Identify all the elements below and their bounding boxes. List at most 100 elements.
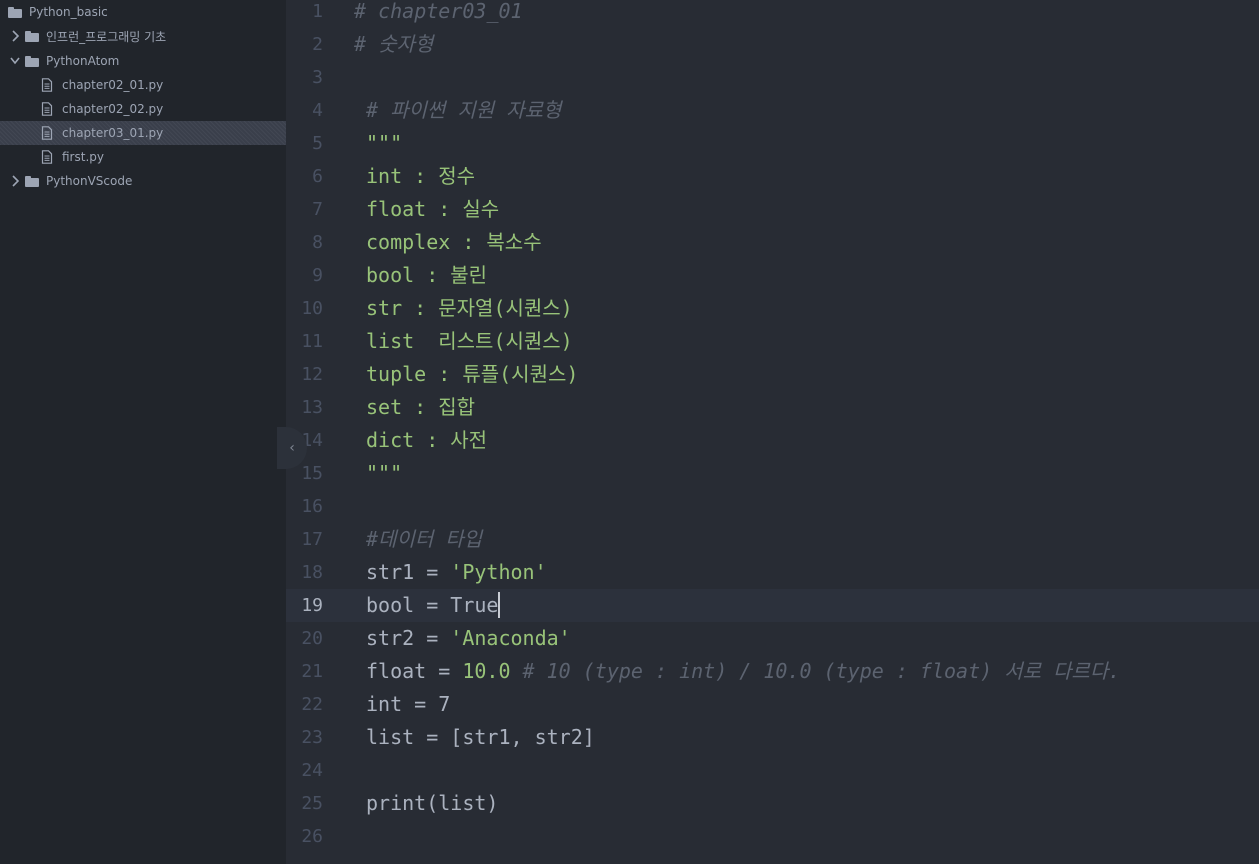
tree-item-label: first.py [62,150,104,164]
code-text: # 파이썬 지원 자료형 [366,94,561,127]
line-number: 19 [301,595,323,616]
tree-item-label: PythonVScode [46,174,133,188]
code-token: int = 7 [366,692,451,716]
text-cursor [498,591,501,618]
code-token: str1 = [366,560,451,584]
code-line[interactable]: 24 [286,754,1259,787]
code-text: str2 = 'Anaconda' [366,622,571,655]
code-text: #데이터 타입 [366,523,482,556]
code-line[interactable]: 1 # chapter03_01 [286,0,1259,28]
code-line[interactable]: 10 str : 문자열(시퀀스) [286,292,1259,325]
code-token: str : 문자열(시퀀스) [366,296,573,320]
tree-file[interactable]: chapter03_01.py [0,121,286,145]
line-number: 1 [312,1,323,22]
code-text: dict : 사전 [366,424,487,457]
file-text-icon [41,78,55,92]
code-text: tuple : 튜플(시퀀스) [366,358,578,391]
tree-item-label: chapter03_01.py [62,126,164,140]
code-line[interactable]: 9 bool : 불린 [286,259,1259,292]
chevron-down-icon[interactable] [10,55,20,67]
code-token: list = [str1, str2] [366,725,595,749]
code-text: set : 집합 [366,391,475,424]
line-number: 2 [312,34,323,55]
code-text: """ [366,127,402,160]
code-token: # 숫자형 [354,32,434,56]
code-line[interactable]: 2 # 숫자형 [286,28,1259,61]
tree-item-label: chapter02_02.py [62,102,164,116]
line-number: 25 [301,793,323,814]
code-text: """ [366,457,402,490]
code-line[interactable]: 17 #데이터 타입 [286,523,1259,556]
code-line[interactable]: 11 list 리스트(시퀀스) [286,325,1259,358]
code-line[interactable]: 7 float : 실수 [286,193,1259,226]
line-number: 20 [301,628,323,649]
code-line-current[interactable]: 19 bool = True [286,589,1259,622]
chevron-right-icon[interactable] [10,175,20,187]
code-line[interactable]: 4 # 파이썬 지원 자료형 [286,94,1259,127]
code-line[interactable]: 20 str2 = 'Anaconda' [286,622,1259,655]
code-text: int : 정수 [366,160,475,193]
tree-file[interactable]: chapter02_01.py [0,73,286,97]
code-line[interactable]: 14 dict : 사전 [286,424,1259,457]
tree-file[interactable]: chapter02_02.py [0,97,286,121]
code-token: True [450,593,499,617]
code-token: # 10 (type : int) / 10.0 (type : float) … [522,659,1121,683]
line-number: 5 [312,133,323,154]
tree-view: Python_basic 인프런_프로그래밍 기초 PythonAtom chapte… [0,0,286,864]
code-line[interactable]: 21 float = 10.0 # 10 (type : int) / 10.0 … [286,655,1259,688]
code-text: float : 실수 [366,193,499,226]
tree-folder[interactable]: PythonAtom [0,49,286,73]
code-token: 'Python' [450,560,547,584]
line-number: 21 [301,661,323,682]
line-number: 3 [312,67,323,88]
tree-file[interactable]: first.py [0,145,286,169]
code-editor[interactable]: 1 # chapter03_01 2 # 숫자형 3 4 # 파이썬 지원 자료형 5 """ 6… [286,0,1259,864]
code-line[interactable]: 15 """ [286,457,1259,490]
code-line[interactable]: 13 set : 집합 [286,391,1259,424]
code-text: bool : 불린 [366,259,487,292]
tree-folder[interactable]: PythonVScode [0,169,286,193]
code-text: # chapter03_01 [354,0,523,28]
code-token: 10.0 [462,659,511,683]
code-line[interactable]: 5 """ [286,127,1259,160]
code-line[interactable]: 16 [286,490,1259,523]
code-text: list = [str1, str2] [366,721,595,754]
code-line[interactable]: 18 str1 = 'Python' [286,556,1259,589]
code-line[interactable]: 25 print(list) [286,787,1259,820]
folder-icon [8,5,22,19]
code-line[interactable]: 26 [286,820,1259,853]
file-text-icon [41,126,55,140]
tree-folder[interactable]: Python_basic [0,0,286,24]
line-number: 11 [301,331,323,352]
code-line[interactable]: 8 complex : 복소수 [286,226,1259,259]
folder-icon [25,174,39,188]
file-text-icon [41,150,55,164]
code-token: tuple : 튜플(시퀀스) [366,362,579,386]
line-number: 4 [312,100,323,121]
code-line[interactable]: 6 int : 정수 [286,160,1259,193]
code-line[interactable]: 12 tuple : 튜플(시퀀스) [286,358,1259,391]
code-line[interactable]: 3 [286,61,1259,94]
line-number: 9 [312,265,323,286]
line-number: 7 [312,199,323,220]
line-number: 13 [301,397,323,418]
line-number: 22 [301,694,323,715]
chevron-right-icon[interactable] [10,30,20,42]
tree-item-label: chapter02_01.py [62,78,164,92]
code-text: # 숫자형 [354,28,433,61]
tree-folder[interactable]: 인프런_프로그래밍 기초 [0,24,286,48]
code-line[interactable]: 22 int = 7 [286,688,1259,721]
code-text: bool = True [366,589,501,622]
tree-item-label: 인프런_프로그래밍 기초 [46,29,167,44]
code-token: 'Anaconda' [450,626,571,650]
code-text: print(list) [366,787,498,820]
code-token: """ [366,461,403,485]
line-number: 6 [312,166,323,187]
code-token: print(list) [366,791,499,815]
code-text: str : 문자열(시퀀스) [366,292,573,325]
line-number: 10 [301,298,323,319]
code-token: """ [366,131,403,155]
code-line[interactable]: 23 list = [str1, str2] [286,721,1259,754]
code-token: float : 실수 [366,197,500,221]
